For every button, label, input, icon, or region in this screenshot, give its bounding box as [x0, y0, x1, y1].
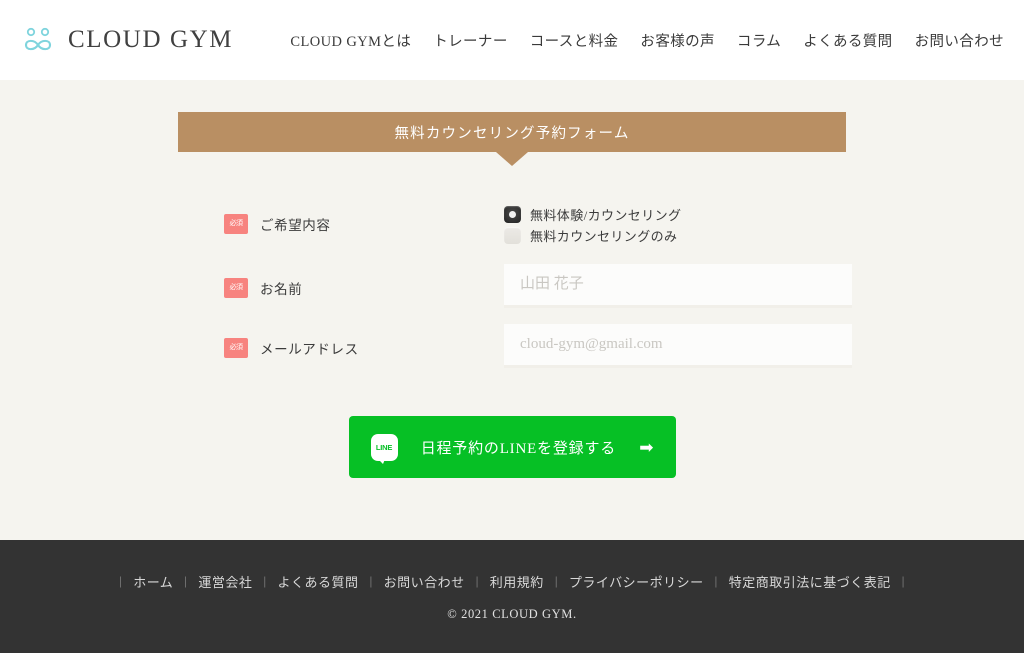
form-fields: 必須 ご希望内容 無料体験/カウンセリング 無料カウンセリングのみ 必須 お名前… [178, 196, 852, 372]
infinity-eyes-icon [24, 27, 52, 51]
footer-separator: | [263, 573, 267, 588]
label-cell-desired-content: 必須 ご希望内容 [224, 200, 504, 248]
footer-separator: | [901, 573, 905, 588]
footer-separator: | [184, 573, 188, 588]
required-badge: 必須 [224, 214, 248, 234]
control-cell-email [504, 324, 852, 368]
footer-separator: | [714, 573, 718, 588]
field-label-name: お名前 [260, 282, 303, 297]
field-row-name: 必須 お名前 [224, 264, 852, 312]
line-register-button-label: 日程予約のLINEを登録する [420, 440, 617, 457]
main-nav: CLOUD GYMとは トレーナー コースと料金 お客様の声 コラム よくある質… [290, 30, 1008, 51]
radio-label-trial-counseling: 無料体験/カウンセリング [530, 208, 682, 223]
line-icon: LINE [370, 433, 398, 464]
field-row-email: 必須 メールアドレス [224, 324, 852, 372]
nav-item-column[interactable]: コラム [737, 30, 781, 51]
radio-selected-icon[interactable] [504, 206, 521, 223]
radio-option-counseling-only[interactable]: 無料カウンセリングのみ [504, 226, 804, 245]
site-header: CLOUD GYM CLOUD GYMとは トレーナー コースと料金 お客様の声… [0, 0, 1024, 80]
radio-option-trial-counseling[interactable]: 無料体験/カウンセリング [504, 205, 804, 224]
nav-item-trainer[interactable]: トレーナー [433, 30, 508, 51]
line-icon-label: LINE [375, 442, 393, 452]
required-badge: 必須 [224, 278, 248, 298]
footer-links: | ホーム | 運営会社 | よくある質問 | お問い合わせ | 利用規約 | … [108, 572, 916, 591]
site-footer: | ホーム | 運営会社 | よくある質問 | お問い合わせ | 利用規約 | … [0, 540, 1024, 653]
nav-item-contact[interactable]: お問い合わせ [915, 30, 1004, 51]
brand-logo[interactable]: CLOUD GYM [18, 24, 233, 56]
form-banner-title: 無料カウンセリング予約フォーム [394, 125, 630, 142]
footer-link-legal[interactable]: 特定商取引法に基づく表記 [729, 572, 891, 591]
reservation-form: 無料カウンセリング予約フォーム 必須 ご希望内容 無料体験/カウンセリング 無料… [178, 80, 852, 478]
name-input[interactable] [504, 264, 852, 308]
control-cell-desired-content: 無料体験/カウンセリング 無料カウンセリングのみ [504, 203, 804, 245]
nav-item-courses[interactable]: コースと料金 [530, 30, 619, 51]
field-label-email: メールアドレス [260, 342, 359, 357]
banner-pointer-icon [496, 152, 528, 166]
label-cell-name: 必須 お名前 [224, 264, 504, 312]
nav-item-about[interactable]: CLOUD GYMとは [290, 30, 411, 51]
footer-separator: | [119, 573, 123, 588]
radio-group-desired-content: 無料体験/カウンセリング 無料カウンセリングのみ [504, 203, 804, 245]
footer-separator: | [554, 573, 558, 588]
field-row-desired-content: 必須 ご希望内容 無料体験/カウンセリング 無料カウンセリングのみ [224, 196, 804, 252]
email-input[interactable] [504, 324, 852, 368]
nav-item-faq[interactable]: よくある質問 [803, 30, 892, 51]
footer-link-privacy[interactable]: プライバシーポリシー [569, 572, 704, 591]
copyright-text: © 2021 CLOUD GYM. [447, 606, 577, 621]
label-cell-email: 必須 メールアドレス [224, 324, 504, 372]
required-badge: 必須 [224, 338, 248, 358]
nav-item-voices[interactable]: お客様の声 [640, 30, 715, 51]
line-register-button[interactable]: LINE 日程予約のLINEを登録する ➡ [348, 416, 676, 478]
form-banner: 無料カウンセリング予約フォーム [178, 112, 846, 166]
brand-name: CLOUD GYM [68, 26, 234, 53]
footer-separator: | [475, 573, 479, 588]
footer-link-contact[interactable]: お問い合わせ [384, 572, 465, 591]
footer-link-company[interactable]: 運営会社 [198, 572, 252, 591]
control-cell-name [504, 264, 852, 308]
field-label-desired-content: ご希望内容 [260, 218, 331, 233]
footer-link-faq[interactable]: よくある質問 [278, 572, 359, 591]
footer-separator: | [369, 573, 373, 588]
page-root: CLOUD GYM CLOUD GYMとは トレーナー コースと料金 お客様の声… [0, 0, 1024, 653]
cta-area: LINE 日程予約のLINEを登録する ➡ [178, 416, 846, 478]
footer-link-terms[interactable]: 利用規約 [490, 572, 544, 591]
radio-unselected-icon[interactable] [504, 227, 521, 244]
arrow-right-icon: ➡ [639, 437, 654, 457]
radio-label-counseling-only: 無料カウンセリングのみ [530, 229, 678, 244]
footer-link-home[interactable]: ホーム [133, 572, 173, 591]
main-content: 無料カウンセリング予約フォーム 必須 ご希望内容 無料体験/カウンセリング 無料… [0, 80, 1024, 540]
